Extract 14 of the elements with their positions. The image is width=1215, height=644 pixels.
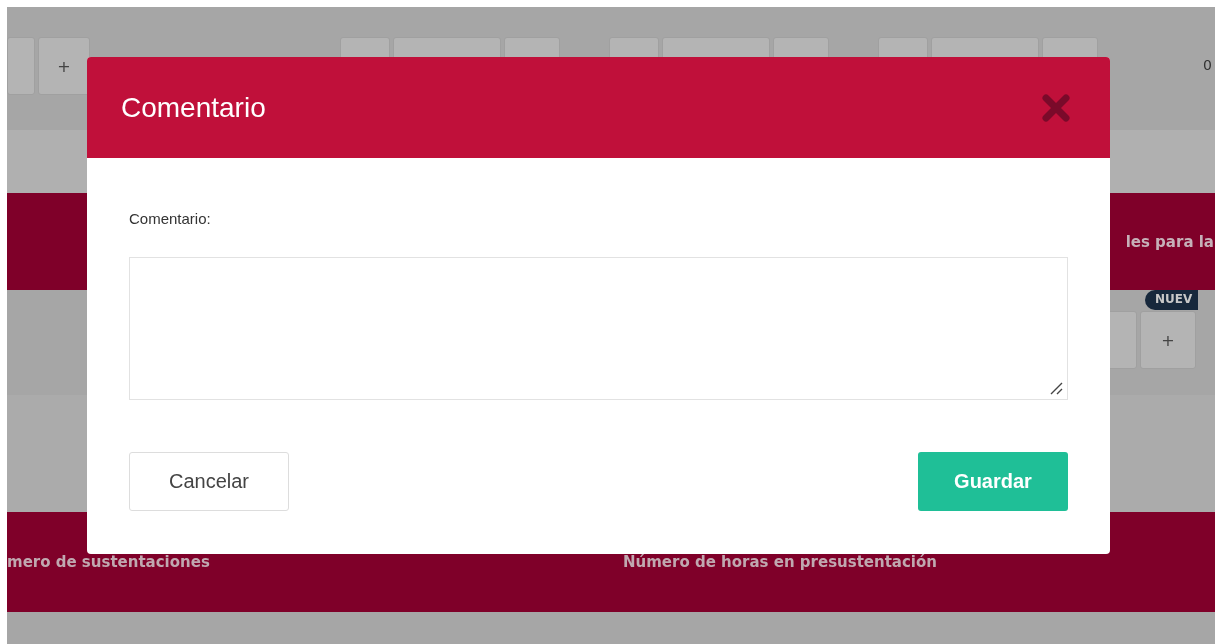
field-label: Comentario: [129, 210, 212, 227]
resize-handle-icon[interactable] [1049, 381, 1063, 395]
cancel-button[interactable]: Cancelar [129, 452, 289, 511]
column-header: Número de horas en presustentación [623, 553, 937, 571]
close-icon[interactable] [1042, 93, 1070, 122]
new-badge: NUEV [1145, 290, 1199, 310]
plus-button[interactable]: + [1140, 311, 1196, 369]
comment-field[interactable] [129, 257, 1068, 400]
stepper-field[interactable] [7, 37, 35, 95]
banner-text: les para la [1125, 232, 1214, 251]
column-header: mero de sustentaciones [7, 553, 211, 571]
plus-button[interactable]: + [38, 37, 90, 95]
value-text: 0 [1203, 57, 1212, 73]
dialog-title: Comentario [121, 91, 266, 124]
